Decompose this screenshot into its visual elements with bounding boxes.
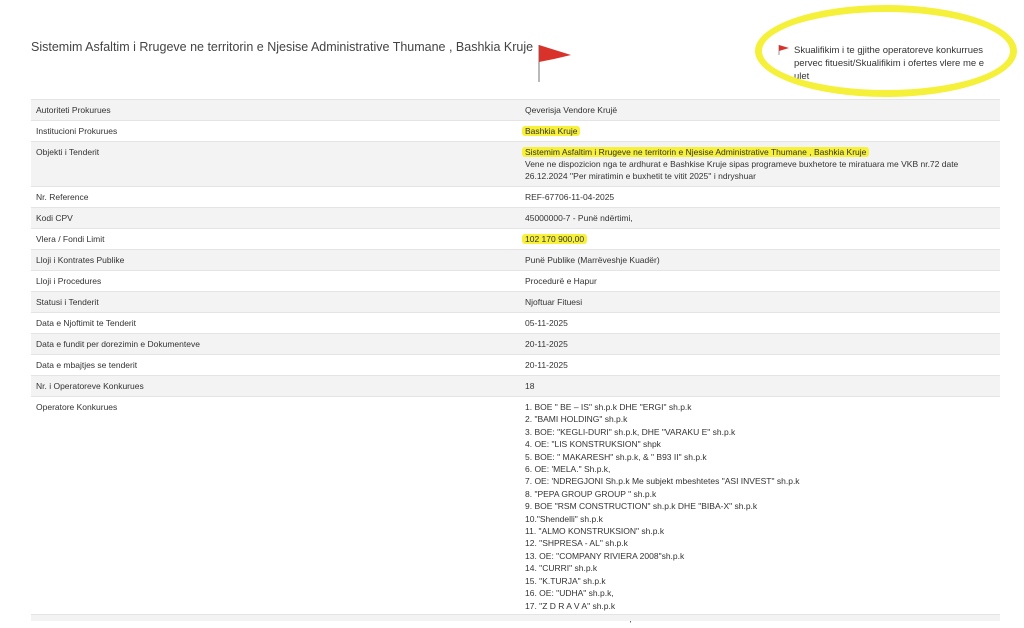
- tender-details-table: Autoriteti Prokurues Qeverisja Vendore K…: [31, 99, 1000, 628]
- operator-list-item: 8. "PEPA GROUP GROUP " sh.p.k: [525, 488, 995, 500]
- row-label: Data e fundit per dorezimin e Dokumentev…: [31, 334, 520, 355]
- highlighted-value: 102 170 900,00: [525, 234, 584, 244]
- row-value: 102 170 900,00: [520, 229, 1000, 250]
- row-value: 45000000-7 - Punë ndërtimi,: [520, 208, 1000, 229]
- table-row: Statusi i Tenderit Njoftuar Fituesi: [31, 292, 1000, 313]
- operator-list-item: 14. "CURRI" sh.p.k: [525, 562, 995, 574]
- row-label: Nr. Reference: [31, 187, 520, 208]
- operator-list-item: 1. BOE " BE – IS" sh.p.k DHE "ERGI" sh.p…: [525, 401, 995, 413]
- row-label: Lloji i Kontrates Publike: [31, 250, 520, 271]
- row-value: Sistemim Asfaltim i Rrugeve ne territori…: [520, 142, 1000, 187]
- row-label: Objekti i Tenderit: [31, 142, 520, 187]
- row-value: Qeverisja Vendore Krujë: [520, 100, 1000, 121]
- red-flag-icon: [533, 40, 577, 84]
- page-title: Sistemim Asfaltim i Rrugeve ne territori…: [31, 40, 533, 54]
- highlighted-value: Sistemim Asfaltim i Rrugeve ne territori…: [525, 147, 866, 157]
- row-label: Autoriteti Prokurues: [31, 100, 520, 121]
- row-value: 20-11-2025: [520, 334, 1000, 355]
- table-row: Kodi CPV 45000000-7 - Punë ndërtimi,: [31, 208, 1000, 229]
- row-value: 18: [520, 376, 1000, 397]
- table-row: Data e Njoftimit te Tenderit 05-11-2025: [31, 313, 1000, 334]
- value-line: Vene ne dispozicion nga te ardhurat e Ba…: [525, 159, 958, 169]
- row-label: Nr. i Operatoreve Konkurues: [31, 376, 520, 397]
- operator-list-item: 13. OE: "COMPANY RIVIERA 2008"sh.p.k: [525, 550, 995, 562]
- tender-status-note: Skualifikim i te gjithe operatoreve konk…: [778, 44, 1000, 83]
- table-row: Lloji i Procedures Procedurë e Hapur: [31, 271, 1000, 292]
- operators-list: 1. BOE " BE – IS" sh.p.k DHE "ERGI" sh.p…: [525, 401, 995, 624]
- row-label: Vlera / Fondi Limit: [31, 229, 520, 250]
- table-row: Autoriteti Prokurues Qeverisja Vendore K…: [31, 100, 1000, 121]
- operator-list-item: 17. "Z D R A V A" sh.p.k: [525, 600, 995, 612]
- row-label: Data e Njoftimit te Tenderit: [31, 313, 520, 334]
- row-value: Punë Publike (Marrëveshje Kuadër): [520, 250, 1000, 271]
- operator-list-item: 15. "K.TURJA" sh.p.k: [525, 575, 995, 587]
- row-label: Statusi i Tenderit: [31, 292, 520, 313]
- operator-list-item: 16. OE: "UDHA" sh.p.k,: [525, 587, 995, 599]
- row-value: 05-11-2025: [520, 313, 1000, 334]
- table-row: Objekti i Tenderit Sistemim Asfaltim i R…: [31, 142, 1000, 187]
- row-label: Kodi CPV: [31, 208, 520, 229]
- value-line: 26.12.2024 ''Per miratimin e buxhetit te…: [525, 171, 756, 181]
- row-value: Procedurë e Hapur: [520, 271, 1000, 292]
- row-value: 20-11-2025: [520, 355, 1000, 376]
- table-row: Operatore Konkurues 1. BOE " BE – IS" sh…: [31, 397, 1000, 628]
- operator-list-item: 6. OE: 'MELA." Sh.p.k,: [525, 463, 995, 475]
- row-label: Operatore Konkurues: [31, 397, 520, 628]
- row-value: Njoftuar Fituesi: [520, 292, 1000, 313]
- operator-list-item: 2. "BAMI HOLDING" sh.p.k: [525, 413, 995, 425]
- table-row: Institucioni Prokurues Bashkia Kruje: [31, 121, 1000, 142]
- operator-list-item: 10."Shendelli" sh.p.k: [525, 513, 995, 525]
- highlighted-value: Bashkia Kruje: [525, 126, 577, 136]
- operator-list-item: 4. OE: "LIS KONSTRUKSION" shpk: [525, 438, 995, 450]
- operator-list-item: 3. BOE: "KEGLI-DURI" sh.p.k, DHE "VARAKU…: [525, 426, 995, 438]
- row-value: REF-67706-11-04-2025: [520, 187, 1000, 208]
- operator-list-item: 11. "ALMO KONSTRUKSION" sh.p.k: [525, 525, 995, 537]
- row-label: Data e mbajtjes se tenderit: [31, 355, 520, 376]
- table-row: Data e mbajtjes se tenderit 20-11-2025: [31, 355, 1000, 376]
- operator-list-item: 5. BOE: " MAKARESH" sh.p.k, & " B93 II" …: [525, 451, 995, 463]
- row-label: Lloji i Procedures: [31, 271, 520, 292]
- row-value: Bashkia Kruje: [520, 121, 1000, 142]
- operator-list-item: 7. OE: 'NDREGJONI Sh.p.k Me subjekt mbes…: [525, 475, 995, 487]
- status-note-text: Skualifikim i te gjithe operatoreve konk…: [778, 44, 1000, 83]
- operator-list-item: 12. "SHPRESA - AL" sh.p.k: [525, 537, 995, 549]
- table-row: Data e fundit per dorezimin e Dokumentev…: [31, 334, 1000, 355]
- table-row: Vlera / Fondi Limit 102 170 900,00: [31, 229, 1000, 250]
- row-value: 1. BOE " BE – IS" sh.p.k DHE "ERGI" sh.p…: [520, 397, 1000, 628]
- table-row: Nr. i Operatoreve Konkurues 18: [31, 376, 1000, 397]
- operator-list-item: 9. BOE "RSM CONSTRUCTION" sh.p.k DHE "BI…: [525, 500, 995, 512]
- row-label: Institucioni Prokurues: [31, 121, 520, 142]
- small-red-flag-icon: [778, 45, 790, 55]
- table-row: Nr. Reference REF-67706-11-04-2025: [31, 187, 1000, 208]
- table-row: Lloji i Kontrates Publike Punë Publike (…: [31, 250, 1000, 271]
